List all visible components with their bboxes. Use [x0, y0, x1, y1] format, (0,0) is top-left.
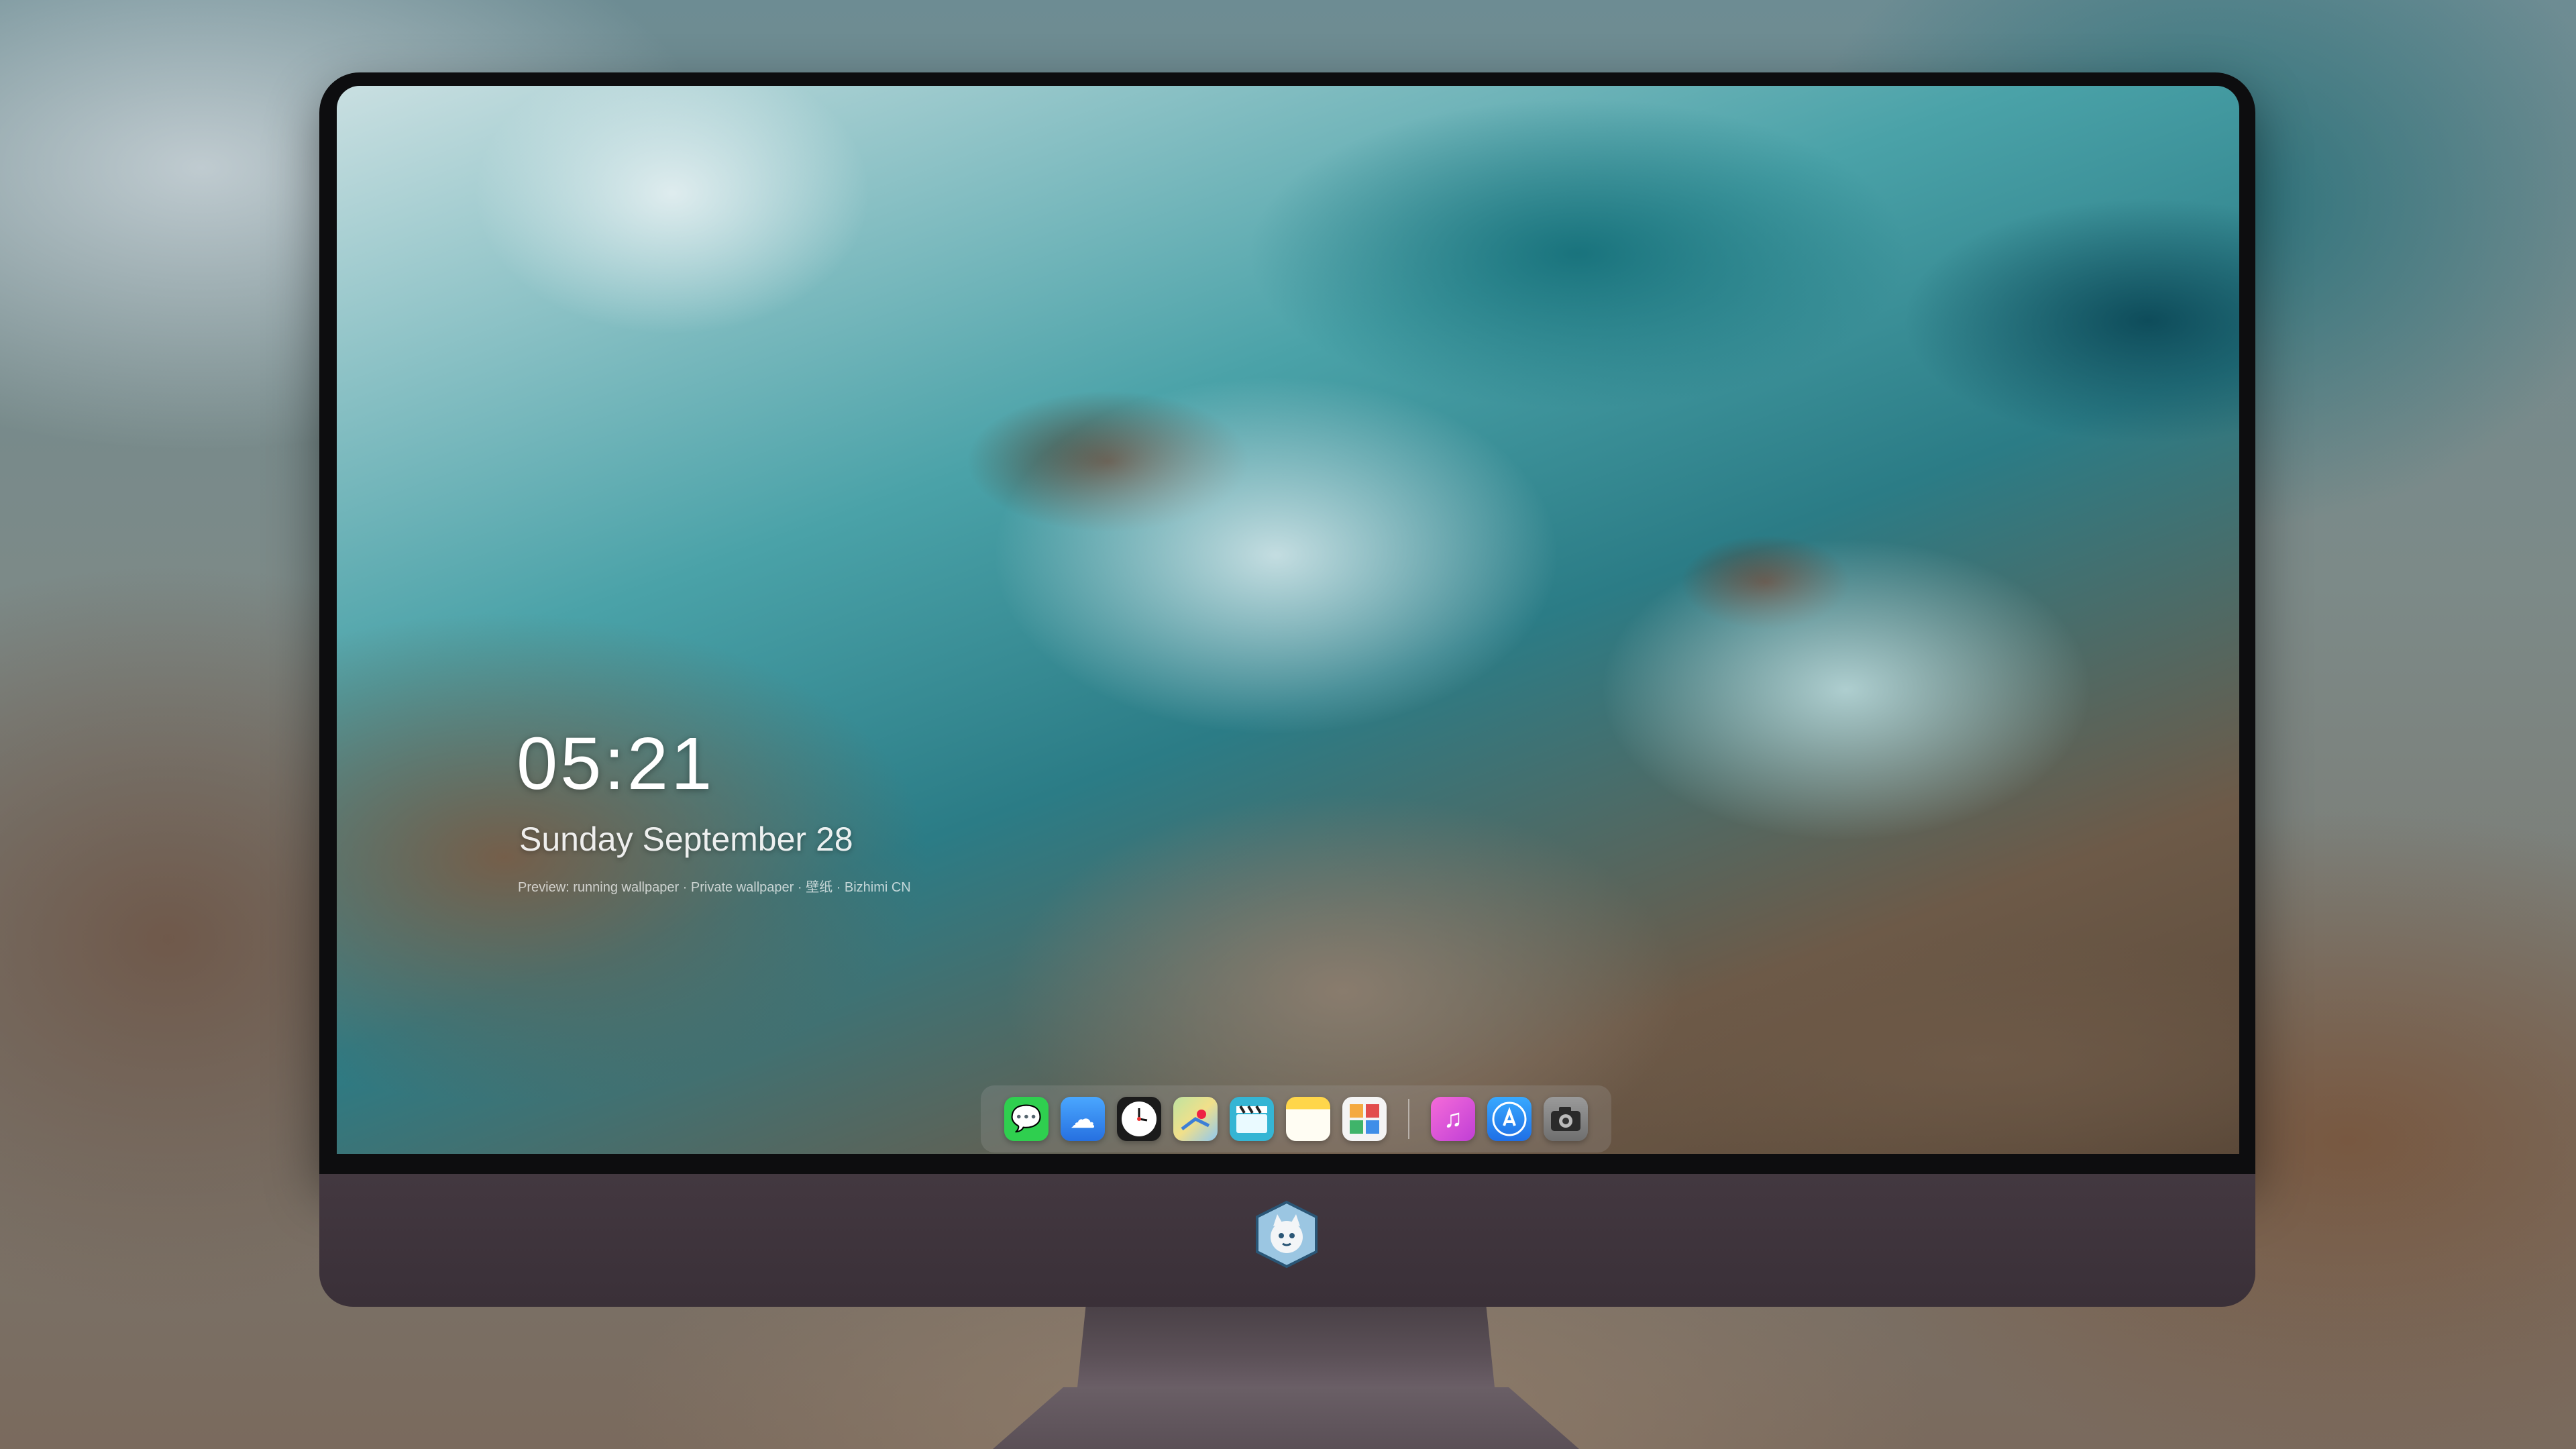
desktop-screen[interactable]: 05:21 Sunday September 28 Preview: runni… [337, 86, 2239, 1154]
clock-time: 05:21 [517, 722, 715, 805]
weather-icon[interactable]: ☁ [1061, 1097, 1105, 1141]
wallpaper-credit: Preview: running wallpaper · Private wal… [518, 880, 911, 895]
notes-icon[interactable] [1286, 1097, 1330, 1141]
clock-date: Sunday September 28 [519, 820, 853, 858]
app-store-icon[interactable] [1487, 1097, 1532, 1141]
clock-icon[interactable] [1117, 1097, 1161, 1141]
dock: 💬 ☁ ♫ [981, 1085, 1611, 1152]
cat-logo-icon [1252, 1199, 1322, 1269]
maps-icon[interactable] [1173, 1097, 1218, 1141]
music-icon[interactable]: ♫ [1431, 1097, 1475, 1141]
monitor-stand-base [993, 1387, 1579, 1449]
clapperboard-icon[interactable] [1230, 1097, 1274, 1141]
monitor-stand-neck [1077, 1307, 1495, 1387]
messages-icon[interactable]: 💬 [1004, 1097, 1049, 1141]
blurred-background: 05:21 Sunday September 28 Preview: runni… [0, 0, 2576, 1449]
camera-icon[interactable] [1544, 1097, 1588, 1141]
photos-icon[interactable] [1342, 1097, 1387, 1141]
dock-separator [1408, 1099, 1409, 1139]
